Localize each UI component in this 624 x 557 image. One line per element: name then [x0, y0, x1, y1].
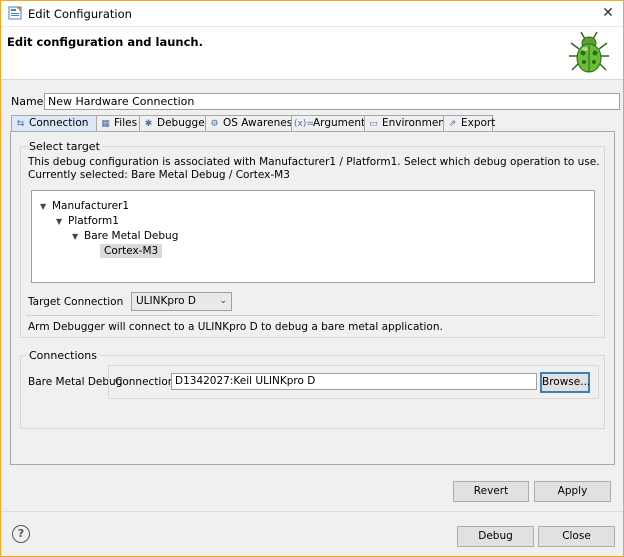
connection-tab-panel: Select target This debug configuration i… — [10, 131, 615, 465]
divider — [26, 315, 599, 316]
expand-arrow-icon[interactable]: ▼ — [40, 202, 52, 211]
select-target-title: Select target — [27, 140, 102, 153]
debug-bug-icon — [569, 31, 609, 73]
export-icon: ⇗ — [448, 119, 457, 129]
configuration-app-icon — [8, 6, 22, 20]
tab-label: Environment — [382, 117, 450, 129]
os-awareness-icon: ⚙ — [210, 119, 219, 129]
current-selection-text: Currently selected: Bare Metal Debug / C… — [28, 169, 290, 181]
footer-divider — [1, 511, 623, 512]
target-connection-label: Target Connection — [28, 296, 124, 308]
name-input[interactable]: New Hardware Connection — [44, 93, 620, 110]
tree-node-cortex-m3[interactable]: Cortex-M3 — [100, 244, 163, 258]
environment-icon: ▭ — [369, 119, 378, 129]
tab-environment[interactable]: ▭ Environment — [364, 115, 449, 131]
tree-node-platform[interactable]: ▼ Platform1 — [56, 215, 119, 227]
tab-label: Arguments — [313, 117, 371, 129]
title-bar: Edit Configuration ✕ — [1, 1, 623, 27]
help-icon[interactable]: ? — [12, 525, 30, 543]
tab-os-awareness[interactable]: ⚙ OS Awareness — [205, 115, 298, 131]
tree-label: Manufacturer1 — [52, 200, 130, 212]
browse-button[interactable]: Browse... — [540, 372, 590, 393]
name-label: Name: — [11, 95, 48, 108]
expand-arrow-icon[interactable]: ▼ — [56, 217, 68, 226]
tree-node-manufacturer[interactable]: ▼ Manufacturer1 — [40, 200, 129, 212]
tab-label: OS Awareness — [223, 117, 298, 129]
tree-label: Platform1 — [68, 215, 119, 227]
connections-title: Connections — [27, 349, 99, 362]
arguments-icon: (x)= — [294, 119, 314, 129]
debugger-icon: ✱ — [144, 119, 153, 129]
expand-arrow-icon[interactable]: ▼ — [72, 232, 84, 241]
close-button[interactable]: Close — [538, 526, 615, 547]
tab-connection[interactable]: ⇆ Connection — [11, 115, 97, 132]
tab-label: Debugger — [157, 117, 209, 129]
dialog-header: Edit configuration and launch. — [1, 27, 623, 80]
debug-button[interactable]: Debug — [457, 526, 534, 547]
tab-label: Files — [114, 117, 138, 129]
tab-label: Connection — [29, 117, 89, 129]
apply-button[interactable]: Apply — [534, 481, 611, 502]
edit-configuration-dialog: Edit Configuration ✕ Edit configuration … — [0, 0, 624, 557]
connection-input[interactable]: D1342027:Keil ULINKpro D — [171, 373, 537, 390]
target-tree: ▼ Manufacturer1 ▼ Platform1 ▼ Bare Metal De… — [31, 190, 595, 283]
dropdown-value: ULINKpro D — [136, 295, 196, 307]
revert-button[interactable]: Revert — [453, 481, 529, 502]
tab-arguments[interactable]: (x)=Arguments — [291, 115, 371, 131]
connection-icon: ⇆ — [16, 119, 25, 129]
tree-label: Bare Metal Debug — [84, 230, 179, 242]
tree-node-bare-metal[interactable]: ▼ Bare Metal Debug — [72, 230, 178, 242]
connection-label: Connection — [115, 376, 175, 388]
tab-files[interactable]: ▦ Files — [96, 115, 141, 131]
connection-info-text: Arm Debugger will connect to a ULINKpro … — [28, 321, 443, 333]
tab-label: Export — [461, 117, 496, 129]
close-icon[interactable]: ✕ — [593, 1, 623, 26]
header-title: Edit configuration and launch. — [7, 35, 203, 49]
chevron-down-icon: ⌄ — [219, 296, 227, 306]
target-description: This debug configuration is associated w… — [28, 156, 600, 168]
files-icon: ▦ — [101, 119, 110, 129]
target-connection-dropdown[interactable]: ULINKpro D ⌄ — [131, 292, 232, 311]
tab-debugger[interactable]: ✱ Debugger — [139, 115, 209, 131]
tab-export[interactable]: ⇗ Export — [443, 115, 496, 131]
tree-label: Cortex-M3 — [100, 244, 163, 258]
window-title: Edit Configuration — [28, 7, 132, 21]
